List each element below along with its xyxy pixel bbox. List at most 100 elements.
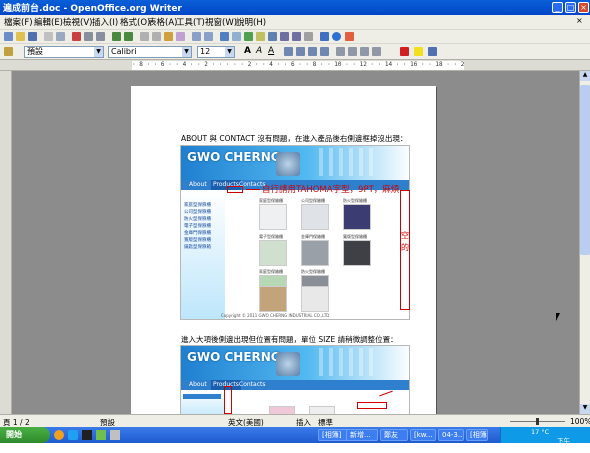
taskbar-item[interactable]: 04-3... [438,429,464,441]
styles-icon[interactable] [4,47,13,56]
zoom-slider-thumb[interactable] [536,418,539,425]
product-cell[interactable]: 金庫門保險櫃 [301,234,329,266]
taskbar-item[interactable]: 鄭友 [380,429,408,441]
menu-file[interactable]: 檔案(F) [4,16,33,28]
menu-window[interactable]: 視窗(W) [205,16,237,28]
embedded-screenshot-2[interactable]: GWO CHERNG About Products Contacts [180,345,410,414]
gallery-icon[interactable] [280,32,289,41]
paste-icon[interactable] [164,32,173,41]
paragraph-2[interactable]: 進入大項後側邊出現但位置有問題，單位 SIZE 請稍微調整位置： [181,334,398,345]
email-icon[interactable] [44,32,53,41]
menu-tools[interactable]: 工具(T) [176,16,205,28]
product-cell[interactable] [301,286,329,312]
product-cell[interactable]: 公司型保險櫃 [301,198,329,230]
product-cell[interactable] [259,286,287,312]
taskbar-item[interactable]: [相簿] [466,429,488,441]
copy-icon[interactable] [152,32,161,41]
font-color-icon[interactable] [400,47,409,56]
highlight-icon[interactable] [414,47,423,56]
spellcheck-icon[interactable] [112,32,121,41]
close-button[interactable]: × [578,2,589,13]
status-zoom[interactable]: 100% [570,417,590,426]
font-size-select[interactable]: 12 ▼ [197,46,235,58]
navigator-icon[interactable] [268,32,277,41]
nonprinting-chars-icon[interactable] [304,32,313,41]
paragraph-style-select[interactable]: 預設 ▼ [24,46,104,58]
help-icon[interactable] [332,32,341,41]
justify-icon[interactable] [320,47,329,56]
redo-icon[interactable] [204,32,213,41]
table-icon[interactable] [232,32,241,41]
firefox-icon[interactable] [54,430,64,440]
menu-insert[interactable]: 插入(I) [92,16,118,28]
nav-about[interactable]: About [189,380,207,390]
bullets-icon[interactable] [348,47,357,56]
align-right-icon[interactable] [308,47,317,56]
font-name-select[interactable]: Calibri ▼ [108,46,192,58]
cut-icon[interactable] [140,32,149,41]
ie-icon[interactable] [68,430,78,440]
align-left-icon[interactable] [284,47,293,56]
menu-view[interactable]: 檢視(V) [63,16,92,28]
align-center-icon[interactable] [296,47,305,56]
autospellcheck-icon[interactable] [124,32,133,41]
product-cell[interactable]: 電子型保險櫃 [259,234,287,266]
side-link[interactable]: 公司型保險櫃 [184,209,211,215]
underline-icon[interactable]: A [268,47,277,56]
side-link[interactable]: 金庫門保險櫃 [184,230,211,236]
undo-icon[interactable] [192,32,201,41]
find-replace-icon[interactable] [256,32,265,41]
zoom-icon[interactable] [320,32,329,41]
menu-table[interactable]: 表格(A) [148,16,177,28]
product-cell[interactable]: 寬版型保險櫃 [343,234,371,266]
show-draw-icon[interactable] [244,32,253,41]
scroll-up-icon[interactable]: ▲ [580,71,590,81]
embedded-screenshot-1[interactable]: GWO CHERNG About Products Contacts 家庭型保險… [180,145,410,320]
start-button[interactable]: 開始 [0,427,50,443]
clone-format-icon[interactable] [176,32,185,41]
hyperlink-icon[interactable] [220,32,229,41]
side-link[interactable]: 寬版型保險櫃 [184,237,211,243]
edit-file-icon[interactable] [56,32,65,41]
nav-about[interactable]: About [189,180,207,190]
taskbar-item[interactable]: 新增... [346,429,378,441]
paragraph-1[interactable]: ABOUT 與 CONTACT 沒有問題，在進入產品後右側邊框掉沒出現： [181,133,407,144]
side-link[interactable]: 防火型保險櫃 [184,216,211,222]
taskbar-item[interactable]: [kw... [410,429,436,441]
menu-format[interactable]: 格式(O) [120,16,150,28]
open-icon[interactable] [16,32,25,41]
decrease-indent-icon[interactable] [360,47,369,56]
vertical-ruler[interactable] [0,71,12,414]
bold-icon[interactable]: A [244,47,253,56]
menu-edit[interactable]: 編輯(E) [34,16,63,28]
scroll-down-icon[interactable]: ▼ [580,404,590,414]
side-link[interactable]: 電子型保險櫃 [184,223,211,229]
toolbar-options-icon[interactable] [345,32,354,41]
background-color-icon[interactable] [428,47,437,56]
close-document-icon[interactable]: × [576,16,583,25]
maximize-button[interactable]: □ [565,2,576,13]
horizontal-ruler[interactable]: · 8 · · 6 · · 4 · · 2 · · · · · 2 · · 4 … [0,59,590,71]
product-cell[interactable]: 防火型保險櫃 [343,198,371,230]
cmd-icon[interactable] [82,430,92,440]
save-icon[interactable] [28,32,37,41]
app-icon[interactable] [96,430,106,440]
minimize-button[interactable]: _ [552,2,563,13]
italic-icon[interactable]: A [256,47,265,56]
increase-indent-icon[interactable] [372,47,381,56]
datasources-icon[interactable] [292,32,301,41]
desktop-icon[interactable] [110,430,120,440]
vertical-scrollbar[interactable]: ▲ ▼ [579,71,590,414]
side-link[interactable]: 鑰匙型保險箱 [184,244,211,250]
numbering-icon[interactable] [336,47,345,56]
new-document-icon[interactable] [4,32,13,41]
side-link[interactable]: 家庭型保險櫃 [184,202,211,208]
print-icon[interactable] [84,32,93,41]
product-cell[interactable]: 家庭型保險櫃 [259,198,287,230]
menu-help[interactable]: 說明(H) [236,16,266,28]
page-preview-icon[interactable] [96,32,105,41]
export-pdf-icon[interactable] [72,32,81,41]
tray-clock[interactable]: 下午 10:50 [557,435,590,453]
nav-contacts[interactable]: Contacts [239,380,265,390]
scroll-thumb[interactable] [580,85,590,255]
